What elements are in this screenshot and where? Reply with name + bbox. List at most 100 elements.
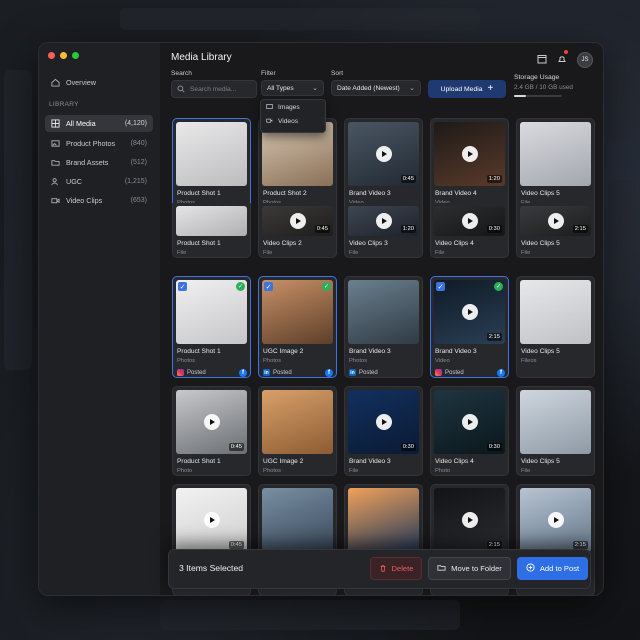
image-icon <box>266 103 273 112</box>
media-card-subtitle: Photos <box>349 358 368 364</box>
media-card[interactable]: 1:20 Video Clips 3 File <box>344 203 423 258</box>
sidebar-item-count: (512) <box>130 159 147 166</box>
play-icon[interactable] <box>375 213 392 229</box>
media-card-title: Video Clips 3 <box>349 240 388 247</box>
play-icon[interactable] <box>461 304 478 320</box>
media-card[interactable]: 0:45 Product Shot 1 Photo <box>172 386 251 476</box>
media-card-subtitle: File <box>521 468 531 474</box>
video-icon <box>51 196 60 205</box>
play-icon[interactable] <box>547 213 564 229</box>
post-status-label: Posted <box>273 369 292 376</box>
filter-option-videos[interactable]: Videos <box>261 114 325 128</box>
play-icon[interactable] <box>375 146 392 162</box>
media-card-subtitle: File <box>435 250 445 256</box>
media-card[interactable]: 0:45 Video Clips 2 File <box>258 203 337 258</box>
filter-option-images[interactable]: Images <box>261 100 325 114</box>
select-checkbox[interactable]: ✓ <box>264 282 273 291</box>
play-icon[interactable] <box>461 213 478 229</box>
sidebar-item-brand-assets[interactable]: Brand Assets (512) <box>45 154 153 171</box>
media-card-title: Video Clips 2 <box>263 240 302 247</box>
media-card[interactable]: Brand Video 3 Photos in Posted <box>344 276 423 378</box>
media-card[interactable]: Video Clips 5 Fileos <box>516 276 595 378</box>
home-icon <box>51 78 60 87</box>
storage-usage-label: Storage Usage <box>514 74 560 81</box>
minimize-window-button[interactable] <box>60 52 67 59</box>
media-card-title: Video Clips 5 <box>521 348 560 355</box>
close-window-button[interactable] <box>48 52 55 59</box>
main-content: Media Library JS Search Filter All Types… <box>160 43 603 595</box>
media-thumbnail <box>520 280 591 344</box>
sidebar-item-label: UGC <box>66 177 82 186</box>
media-card[interactable]: ✓ ✓ UGC Image 2 Photos in Posted f <box>258 276 337 378</box>
post-status: Posted <box>435 369 464 376</box>
media-card[interactable]: 0:30 Video Clips 4 Photo <box>430 386 509 476</box>
move-to-folder-button[interactable]: Move to Folder <box>428 557 511 580</box>
media-card-subtitle: File <box>521 250 531 256</box>
sort-select[interactable]: Date Added (Newest) ⌄ <box>331 80 421 96</box>
media-card-subtitle: Photo <box>435 468 451 474</box>
sidebar-item-product-photos[interactable]: Product Photos (840) <box>45 135 153 152</box>
sidebar: Overview LIBRARY All Media (4,120) Produ… <box>39 43 161 595</box>
sidebar-item-label: Overview <box>66 78 96 87</box>
select-checkbox[interactable]: ✓ <box>436 282 445 291</box>
calendar-icon[interactable] <box>537 51 547 69</box>
sidebar-item-video-clips[interactable]: Video Clips (653) <box>45 192 153 209</box>
storage-usage-value: 2.4 GB / 10 GB used <box>514 84 573 91</box>
media-card[interactable]: 0:30 Brand Video 3 File <box>344 386 423 476</box>
media-card[interactable]: Product Shot 1 File <box>172 203 251 258</box>
delete-label: Delete <box>391 564 414 573</box>
media-card[interactable]: ✓ ✓ Product Shot 1 Photos Posted f <box>172 276 251 378</box>
video-duration: 1:20 <box>486 175 502 183</box>
linkedin-icon: in <box>349 369 356 376</box>
sidebar-item-ugc[interactable]: UGC (1,215) <box>45 173 153 190</box>
media-thumbnail <box>262 390 333 454</box>
media-card-title: Brand Video 3 <box>349 458 391 465</box>
filter-select[interactable]: All Types ⌄ <box>261 80 324 96</box>
play-icon[interactable] <box>461 146 478 162</box>
filter-option-label: Videos <box>278 117 299 125</box>
plus-icon: + <box>487 83 494 94</box>
move-to-folder-label: Move to Folder <box>451 564 502 573</box>
search-input[interactable] <box>190 85 250 93</box>
media-card[interactable]: 2:15 ✓ ✓ Brand Video 3 Video Posted f <box>430 276 509 378</box>
delete-button[interactable]: Delete <box>370 557 422 580</box>
user-avatar[interactable]: JS <box>577 52 593 68</box>
play-icon[interactable] <box>461 512 478 528</box>
media-card-subtitle: File <box>349 468 359 474</box>
plus-circle-icon <box>526 563 535 574</box>
play-icon[interactable] <box>547 512 564 528</box>
media-card-title: Product Shot 1 <box>177 240 221 247</box>
media-thumbnail <box>348 488 419 552</box>
media-card-title: Product Shot 1 <box>177 458 221 465</box>
play-icon[interactable] <box>375 414 392 430</box>
maximize-window-button[interactable] <box>72 52 79 59</box>
notification-dot <box>564 50 568 54</box>
media-card[interactable]: 0:30 Video Clips 4 File <box>430 203 509 258</box>
play-icon[interactable] <box>461 414 478 430</box>
media-card[interactable]: Video Clips 5 File <box>516 386 595 476</box>
select-checkbox[interactable]: ✓ <box>178 282 187 291</box>
upload-media-button[interactable]: Upload Media + <box>428 80 506 98</box>
sidebar-item-count: (653) <box>130 197 147 204</box>
top-right-actions: JS <box>537 50 593 69</box>
media-card-title: Video Clips 4 <box>435 458 474 465</box>
play-icon[interactable] <box>203 512 220 528</box>
chevron-down-icon: ⌄ <box>312 85 318 92</box>
media-card-title: Product Shot 1 <box>177 348 221 355</box>
media-card-title: Video Clips 5 <box>521 190 560 197</box>
selection-action-bar: 3 Items Selected Delete Move to Folder A… <box>168 549 591 589</box>
play-icon[interactable] <box>289 213 306 229</box>
play-icon[interactable] <box>203 414 220 430</box>
sidebar-item-overview[interactable]: Overview <box>45 74 153 91</box>
notification-bell-icon[interactable] <box>557 50 568 69</box>
selected-items-count: 3 Items Selected <box>179 563 244 573</box>
sidebar-item-all-media[interactable]: All Media (4,120) <box>45 115 153 132</box>
sidebar-item-count: (840) <box>130 140 147 147</box>
media-thumbnail <box>176 206 247 236</box>
add-to-post-button[interactable]: Add to Post <box>517 557 588 580</box>
video-duration: 0:30 <box>400 443 416 451</box>
media-card-title: Brand Video 3 <box>349 190 391 197</box>
page-title: Media Library <box>171 52 232 63</box>
media-card[interactable]: 2:15 Video Clips 5 File <box>516 203 595 258</box>
media-card[interactable]: UGC Image 2 Photos <box>258 386 337 476</box>
